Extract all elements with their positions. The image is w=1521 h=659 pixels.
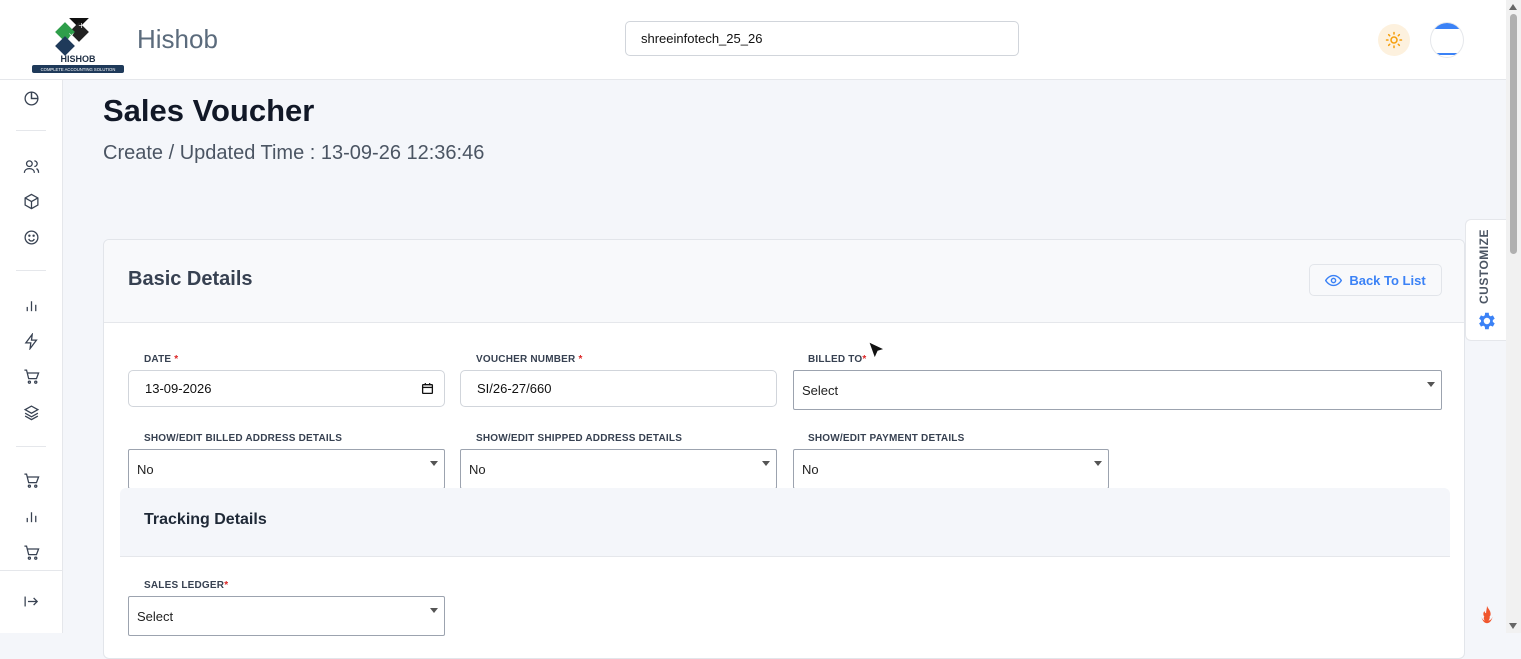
scroll-down-arrow-icon[interactable] [1509, 623, 1517, 629]
billed-to-select[interactable]: Select [793, 370, 1442, 410]
back-to-list-label: Back To List [1349, 272, 1426, 288]
svg-text:+: + [78, 21, 85, 30]
smile-icon[interactable] [21, 227, 41, 247]
card-title: Basic Details [128, 268, 253, 290]
payment-details-select[interactable]: No [793, 449, 1109, 489]
company-selector[interactable]: shreeinfotech_25_26 [625, 21, 1019, 56]
page-scrollbar[interactable] [1506, 0, 1521, 633]
sales-ledger-label: SALES LEDGER* [144, 580, 229, 591]
scroll-thumb[interactable] [1510, 14, 1517, 254]
svg-text:×: × [68, 31, 75, 40]
top-bar: + × ÷ HISHOB COMPLETE ACCOUNTING SOLUTIO… [0, 0, 1506, 80]
users-icon[interactable] [21, 156, 41, 176]
eye-icon [1325, 274, 1343, 286]
payment-details-label: SHOW/EDIT PAYMENT DETAILS [808, 433, 965, 444]
chevron-down-icon [1427, 382, 1435, 387]
hishob-logo[interactable]: + × ÷ HISHOB COMPLETE ACCOUNTING SOLUTIO… [32, 8, 124, 74]
fire-icon[interactable] [1476, 603, 1498, 627]
page-title: Sales Voucher [103, 93, 315, 128]
date-input[interactable]: 13-09-2026 [128, 370, 445, 407]
shipped-address-select[interactable]: No [460, 449, 777, 489]
tracking-details-header: Tracking Details [120, 488, 1450, 557]
sales-ledger-select[interactable]: Select [128, 596, 445, 636]
bar-chart-icon[interactable] [21, 295, 41, 315]
brand-name: Hishob [137, 24, 218, 54]
sidebar [0, 80, 63, 633]
mouse-cursor-icon [867, 340, 886, 360]
logout-icon[interactable] [21, 591, 41, 611]
updated-time: Create / Updated Time : 13-09-26 12:36:4… [103, 142, 485, 164]
dashboard-icon[interactable] [21, 88, 41, 108]
customize-label: CUSTOMIZE [1477, 229, 1491, 304]
voucher-number-input[interactable]: SI/26-27/660 [460, 370, 777, 407]
chevron-down-icon [1094, 461, 1102, 466]
billed-address-label: SHOW/EDIT BILLED ADDRESS DETAILS [144, 433, 343, 444]
logo-text: HISHOB [60, 54, 96, 64]
tracking-details-title: Tracking Details [144, 511, 267, 528]
layers-icon[interactable] [21, 402, 41, 422]
lightning-icon[interactable] [21, 331, 41, 351]
cart-icon[interactable] [21, 470, 41, 490]
basic-details-card: Basic Details Back To List DATE * 13-09-… [103, 239, 1465, 659]
theme-toggle-button[interactable] [1378, 24, 1410, 56]
calendar-icon[interactable] [421, 382, 434, 395]
chevron-down-icon [762, 461, 770, 466]
back-to-list-button[interactable]: Back To List [1309, 264, 1442, 296]
sun-icon [1385, 31, 1403, 49]
cart-icon[interactable] [21, 542, 41, 562]
shipped-address-label: SHOW/EDIT SHIPPED ADDRESS DETAILS [476, 433, 683, 444]
bar-chart-icon[interactable] [21, 506, 41, 526]
voucher-number-label: VOUCHER NUMBER * [476, 354, 583, 365]
billed-to-label: BILLED TO* [808, 354, 867, 365]
chevron-down-icon [430, 461, 438, 466]
customize-tab[interactable]: CUSTOMIZE [1465, 219, 1506, 341]
box-icon[interactable] [21, 191, 41, 211]
date-label: DATE * [144, 354, 179, 365]
cart-icon[interactable] [21, 366, 41, 386]
billed-address-select[interactable]: No [128, 449, 445, 489]
avatar[interactable] [1430, 22, 1464, 58]
gear-icon [1479, 312, 1495, 330]
svg-text:÷: ÷ [86, 31, 93, 40]
chevron-down-icon [430, 608, 438, 613]
logo-tagline: COMPLETE ACCOUNTING SOLUTION [41, 67, 116, 72]
card-header: Basic Details Back To List [104, 240, 1464, 323]
scroll-up-arrow-icon[interactable] [1509, 4, 1517, 10]
